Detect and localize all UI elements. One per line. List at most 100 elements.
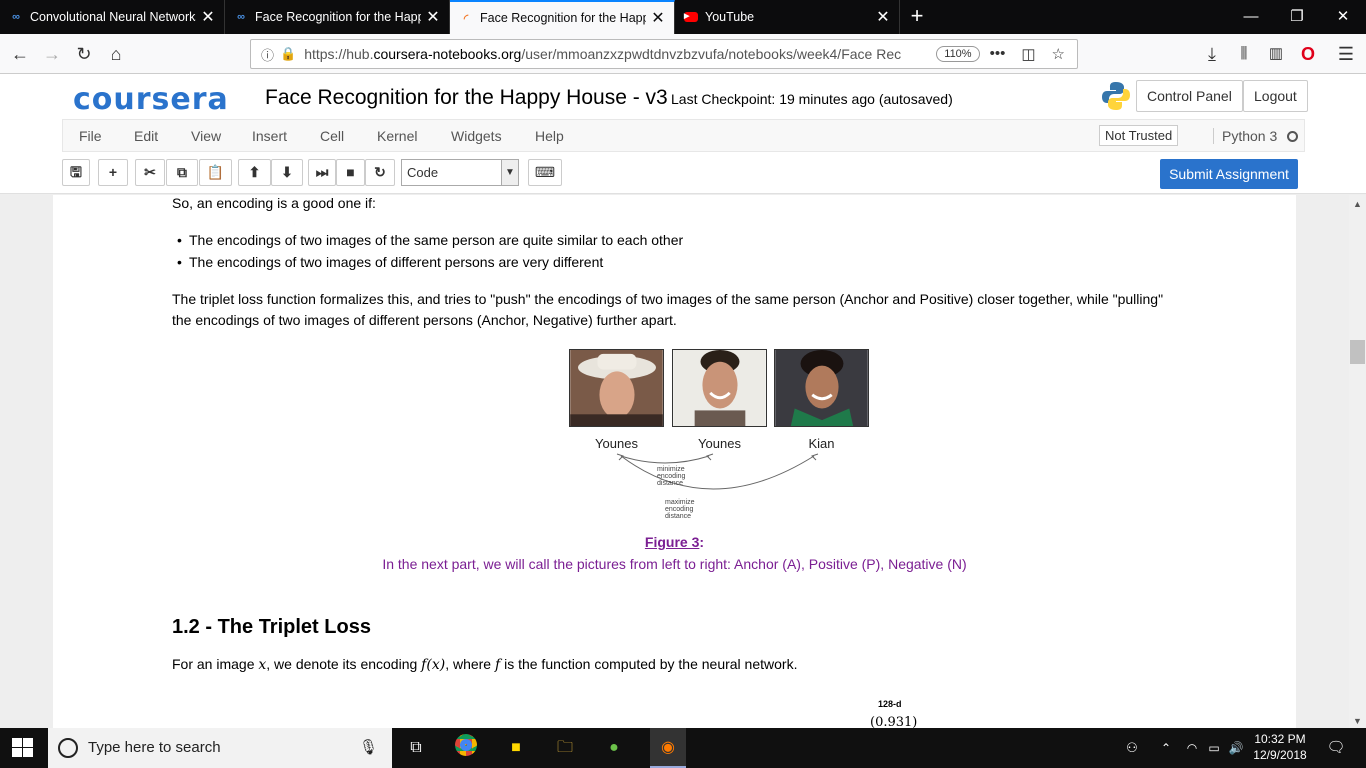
tab-title: Convolutional Neural Networks [30, 10, 196, 24]
firefox-taskbar-icon[interactable]: ◉ [650, 728, 686, 768]
vector-first-value: (0.931) [870, 715, 918, 728]
windows-taskbar: Type here to search 🎙 ⧉ ■ 🗀 ● ◉ ⚇ ⌃ ◠ ▭ … [0, 728, 1366, 768]
submit-assignment-button[interactable]: Submit Assignment [1160, 159, 1298, 189]
people-icon[interactable]: ⚇ [1118, 734, 1146, 762]
taskbar-search-box[interactable]: Type here to search 🎙 [48, 728, 392, 768]
menu-insert[interactable]: Insert [252, 128, 287, 144]
close-tab-icon[interactable]: ✕ [875, 7, 891, 27]
bullet-same-person: The encodings of two images of the same … [177, 232, 683, 248]
keyboard-shortcuts-icon[interactable]: ⌨ [528, 159, 562, 186]
bookmark-star-icon[interactable]: ☆ [1052, 45, 1065, 63]
notebook-content: So, an encoding is a good one if: The en… [53, 195, 1296, 728]
microphone-icon[interactable]: 🎙 [359, 728, 378, 768]
face-label-positive: Younes [698, 436, 741, 451]
chevron-down-icon: ▼ [501, 160, 518, 185]
minimize-distance-label: minimize encoding distance [657, 466, 686, 487]
scroll-up-icon[interactable]: ▲ [1349, 199, 1366, 209]
page-actions-icon[interactable]: ••• [990, 45, 1006, 63]
menu-edit[interactable]: Edit [134, 128, 158, 144]
forward-icon[interactable]: → [40, 42, 64, 66]
pocket-icon[interactable]: ◫ [1021, 45, 1035, 63]
move-down-icon[interactable]: ⬇ [271, 159, 303, 186]
encoding-description: For an image x, we denote its encoding f… [172, 656, 798, 673]
restore-icon[interactable]: ❐ [1274, 0, 1320, 34]
notebook-header: coursera Face Recognition for the Happy … [0, 74, 1366, 194]
kernel-idle-icon [1287, 131, 1299, 142]
notebook-title[interactable]: Face Recognition for the Happy House - v… [265, 86, 668, 110]
show-hidden-icons[interactable]: ⌃ [1152, 734, 1180, 762]
sticky-notes-icon[interactable]: ■ [502, 734, 530, 762]
cortana-icon [58, 738, 78, 758]
menu-kernel[interactable]: Kernel [377, 128, 417, 144]
scrollbar-thumb[interactable] [1350, 340, 1365, 364]
move-up-icon[interactable]: ⬆ [238, 159, 271, 186]
insert-cell-icon[interactable]: + [98, 159, 128, 186]
close-tab-icon[interactable]: ✕ [200, 7, 216, 27]
scroll-down-icon[interactable]: ▼ [1349, 716, 1366, 726]
home-icon[interactable]: ⌂ [104, 42, 128, 66]
url-bar[interactable]: ⓘ 🔒 https://hub.coursera-notebooks.org/u… [250, 39, 1078, 69]
menu-help[interactable]: Help [535, 128, 564, 144]
menu-cell[interactable]: Cell [320, 128, 344, 144]
page-scrollbar[interactable]: ▲ ▼ [1349, 195, 1366, 728]
tab-title: YouTube [705, 10, 755, 24]
run-cell-icon[interactable]: ⏭ [308, 159, 336, 186]
copy-icon[interactable]: ⧉ [166, 159, 198, 186]
tab-title: Face Recognition for the Happy House [480, 11, 646, 25]
sidebar-icon[interactable]: ▥ [1264, 42, 1288, 66]
stop-icon[interactable]: ■ [336, 159, 365, 186]
url-text: https://hub.coursera-notebooks.org/user/… [304, 46, 902, 62]
tab-title: Face Recognition for the Happy House [255, 10, 421, 24]
coursera-infinity-icon: ∞ [237, 11, 245, 23]
distance-arrows [616, 453, 819, 490]
windows-start-icon[interactable] [12, 738, 34, 758]
taskbar-clock[interactable]: 10:32 PM 12/9/2018 [1250, 731, 1310, 763]
zoom-level[interactable]: 110% [936, 46, 980, 62]
trust-status-button[interactable]: Not Trusted [1099, 125, 1179, 146]
face-label-negative: Kian [808, 436, 835, 451]
tab-face-recognition-active[interactable]: ◜ Face Recognition for the Happy House ✕ [450, 0, 675, 34]
reload-icon[interactable]: ↻ [72, 42, 96, 66]
minimize-icon[interactable]: — [1228, 0, 1274, 34]
coursera-logo[interactable]: coursera [73, 82, 229, 117]
download-icon[interactable]: ⤓ [1200, 42, 1224, 66]
triplet-paragraph-line2: the encodings of two images of different… [172, 312, 677, 328]
close-window-icon[interactable]: ✕ [1320, 0, 1366, 34]
tab-convolutional-nn[interactable]: ∞ Convolutional Neural Networks ✕ [0, 0, 225, 34]
close-tab-icon[interactable]: ✕ [425, 7, 441, 27]
coursera-infinity-icon: ∞ [12, 11, 20, 23]
hamburger-menu-icon[interactable]: ☰ [1334, 42, 1358, 66]
file-explorer-icon[interactable]: 🗀 [551, 734, 579, 762]
tab-youtube[interactable]: ▶ YouTube ✕ [675, 0, 900, 34]
lock-icon: 🔒 [280, 46, 297, 61]
notifications-icon[interactable]: 🗨 [1322, 734, 1350, 762]
control-panel-button[interactable]: Control Panel [1136, 80, 1243, 112]
close-tab-icon[interactable]: ✕ [650, 8, 666, 28]
jupyter-loading-icon: ◜ [463, 12, 469, 25]
cut-icon[interactable]: ✂ [135, 159, 165, 186]
logout-button[interactable]: Logout [1243, 80, 1308, 112]
save-icon[interactable]: 🖫 [62, 159, 90, 186]
menu-view[interactable]: View [191, 128, 221, 144]
menu-widgets[interactable]: Widgets [451, 128, 502, 144]
back-icon[interactable]: ← [8, 42, 32, 66]
task-view-icon[interactable]: ⧉ [402, 734, 430, 762]
python-logo-icon [1102, 82, 1130, 110]
cell-type-select[interactable]: Code ▼ [401, 159, 519, 186]
bullet-different-person: The encodings of two images of different… [177, 254, 603, 270]
volume-icon[interactable]: 🔊 [1222, 734, 1250, 762]
green-app-icon[interactable]: ● [600, 734, 628, 762]
section-heading-triplet-loss: 1.2 - The Triplet Loss [172, 616, 371, 638]
chrome-icon[interactable] [452, 734, 480, 762]
library-icon[interactable]: ⫼ [1232, 42, 1256, 66]
notebook-menu-bar: File Edit View Insert Cell Kernel Widget… [62, 119, 1305, 152]
menu-file[interactable]: File [79, 128, 102, 144]
restart-kernel-icon[interactable]: ↻ [365, 159, 395, 186]
info-icon[interactable]: ⓘ [261, 45, 274, 64]
opera-icon[interactable]: O [1296, 42, 1320, 66]
new-tab-button[interactable]: + [900, 0, 934, 34]
paste-icon[interactable]: 📋 [199, 159, 232, 186]
intro-text: So, an encoding is a good one if: [172, 195, 376, 211]
tab-face-recognition-1[interactable]: ∞ Face Recognition for the Happy House ✕ [225, 0, 450, 34]
browser-nav-bar: ← → ↻ ⌂ ⓘ 🔒 https://hub.coursera-noteboo… [0, 34, 1366, 74]
